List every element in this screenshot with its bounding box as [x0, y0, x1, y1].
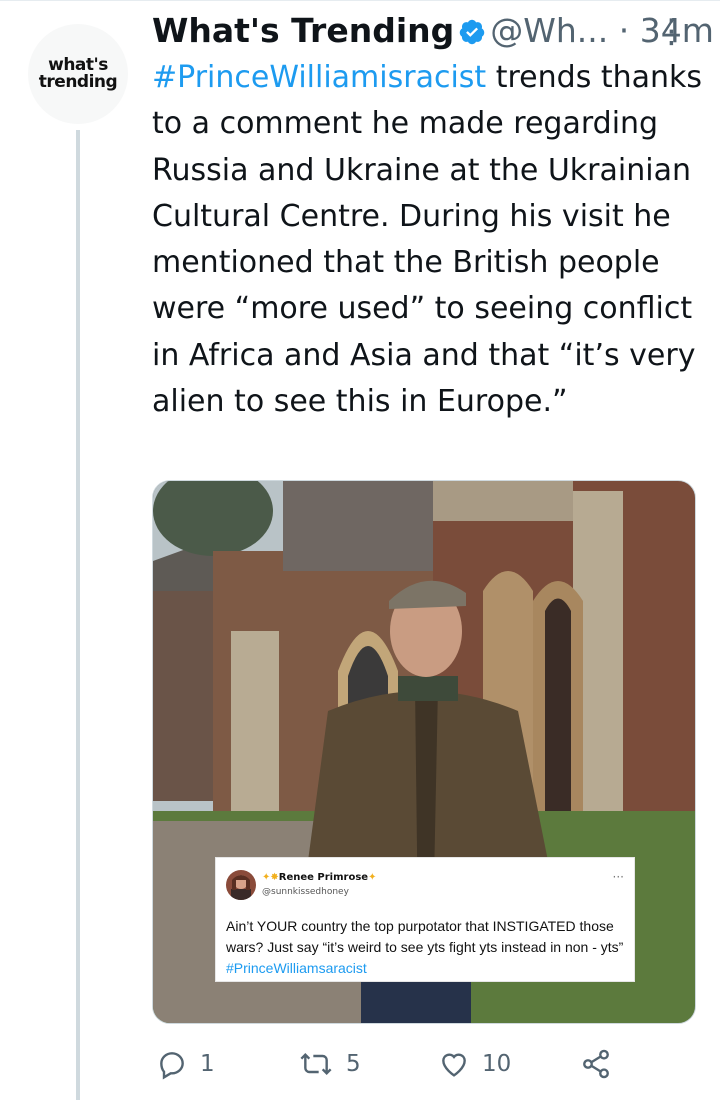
tweet-text: #PrinceWilliamisracist trends thanks to …	[152, 55, 707, 425]
sparkle-icon-right: ✦	[368, 872, 377, 883]
embedded-author-name: ✦✸Renee Primrose✦	[262, 872, 377, 883]
author-avatar[interactable]: what's trending	[28, 24, 128, 124]
verified-badge-icon	[458, 12, 486, 54]
like-button[interactable]: 10	[438, 1040, 511, 1088]
sparkle-icon: ✦✸	[262, 872, 279, 883]
embedded-more-icon: ···	[612, 870, 624, 884]
top-divider	[0, 0, 720, 1]
avatar-logo-line2: trending	[38, 72, 118, 92]
tweet-actions-bar: 1 5 10	[152, 1040, 712, 1088]
author-name[interactable]: What's Trending	[152, 11, 454, 50]
retweet-icon	[300, 1052, 332, 1076]
tweet-media-image[interactable]: ✦✸Renee Primrose✦ @sunnkissedhoney ··· A…	[152, 480, 696, 1024]
tweet-hashtag-link[interactable]: #PrinceWilliamisracist	[152, 60, 486, 95]
embedded-tweet-card: ✦✸Renee Primrose✦ @sunnkissedhoney ··· A…	[215, 857, 635, 982]
heart-icon	[442, 1053, 466, 1077]
embedded-avatar	[226, 870, 256, 900]
share-button[interactable]	[580, 1040, 612, 1088]
reply-count: 1	[200, 1051, 215, 1077]
embedded-text-main: Ain’t YOUR country the top purpotator th…	[226, 918, 624, 955]
tweet-header: What's Trending @Wh... · 34m ⋮	[152, 8, 712, 54]
share-icon	[583, 1049, 609, 1079]
reply-button[interactable]: 1	[156, 1040, 215, 1088]
retweet-button[interactable]: 5	[298, 1040, 361, 1088]
embedded-hashtag: #PrinceWilliamsaracist	[226, 960, 367, 976]
tweet-text-body: trends thanks to a comment he made regar…	[152, 60, 712, 420]
author-handle[interactable]: @Wh...	[490, 11, 608, 50]
more-options-icon[interactable]: ⋮	[655, 8, 688, 54]
like-count: 10	[482, 1051, 512, 1077]
embedded-author-handle: @sunnkissedhoney	[262, 887, 349, 897]
reply-icon	[160, 1052, 184, 1080]
embedded-tweet-text: Ain’t YOUR country the top purpotator th…	[226, 916, 631, 979]
retweet-count: 5	[346, 1051, 361, 1077]
thread-connector-line	[76, 130, 80, 1100]
header-separator: ·	[618, 11, 630, 50]
